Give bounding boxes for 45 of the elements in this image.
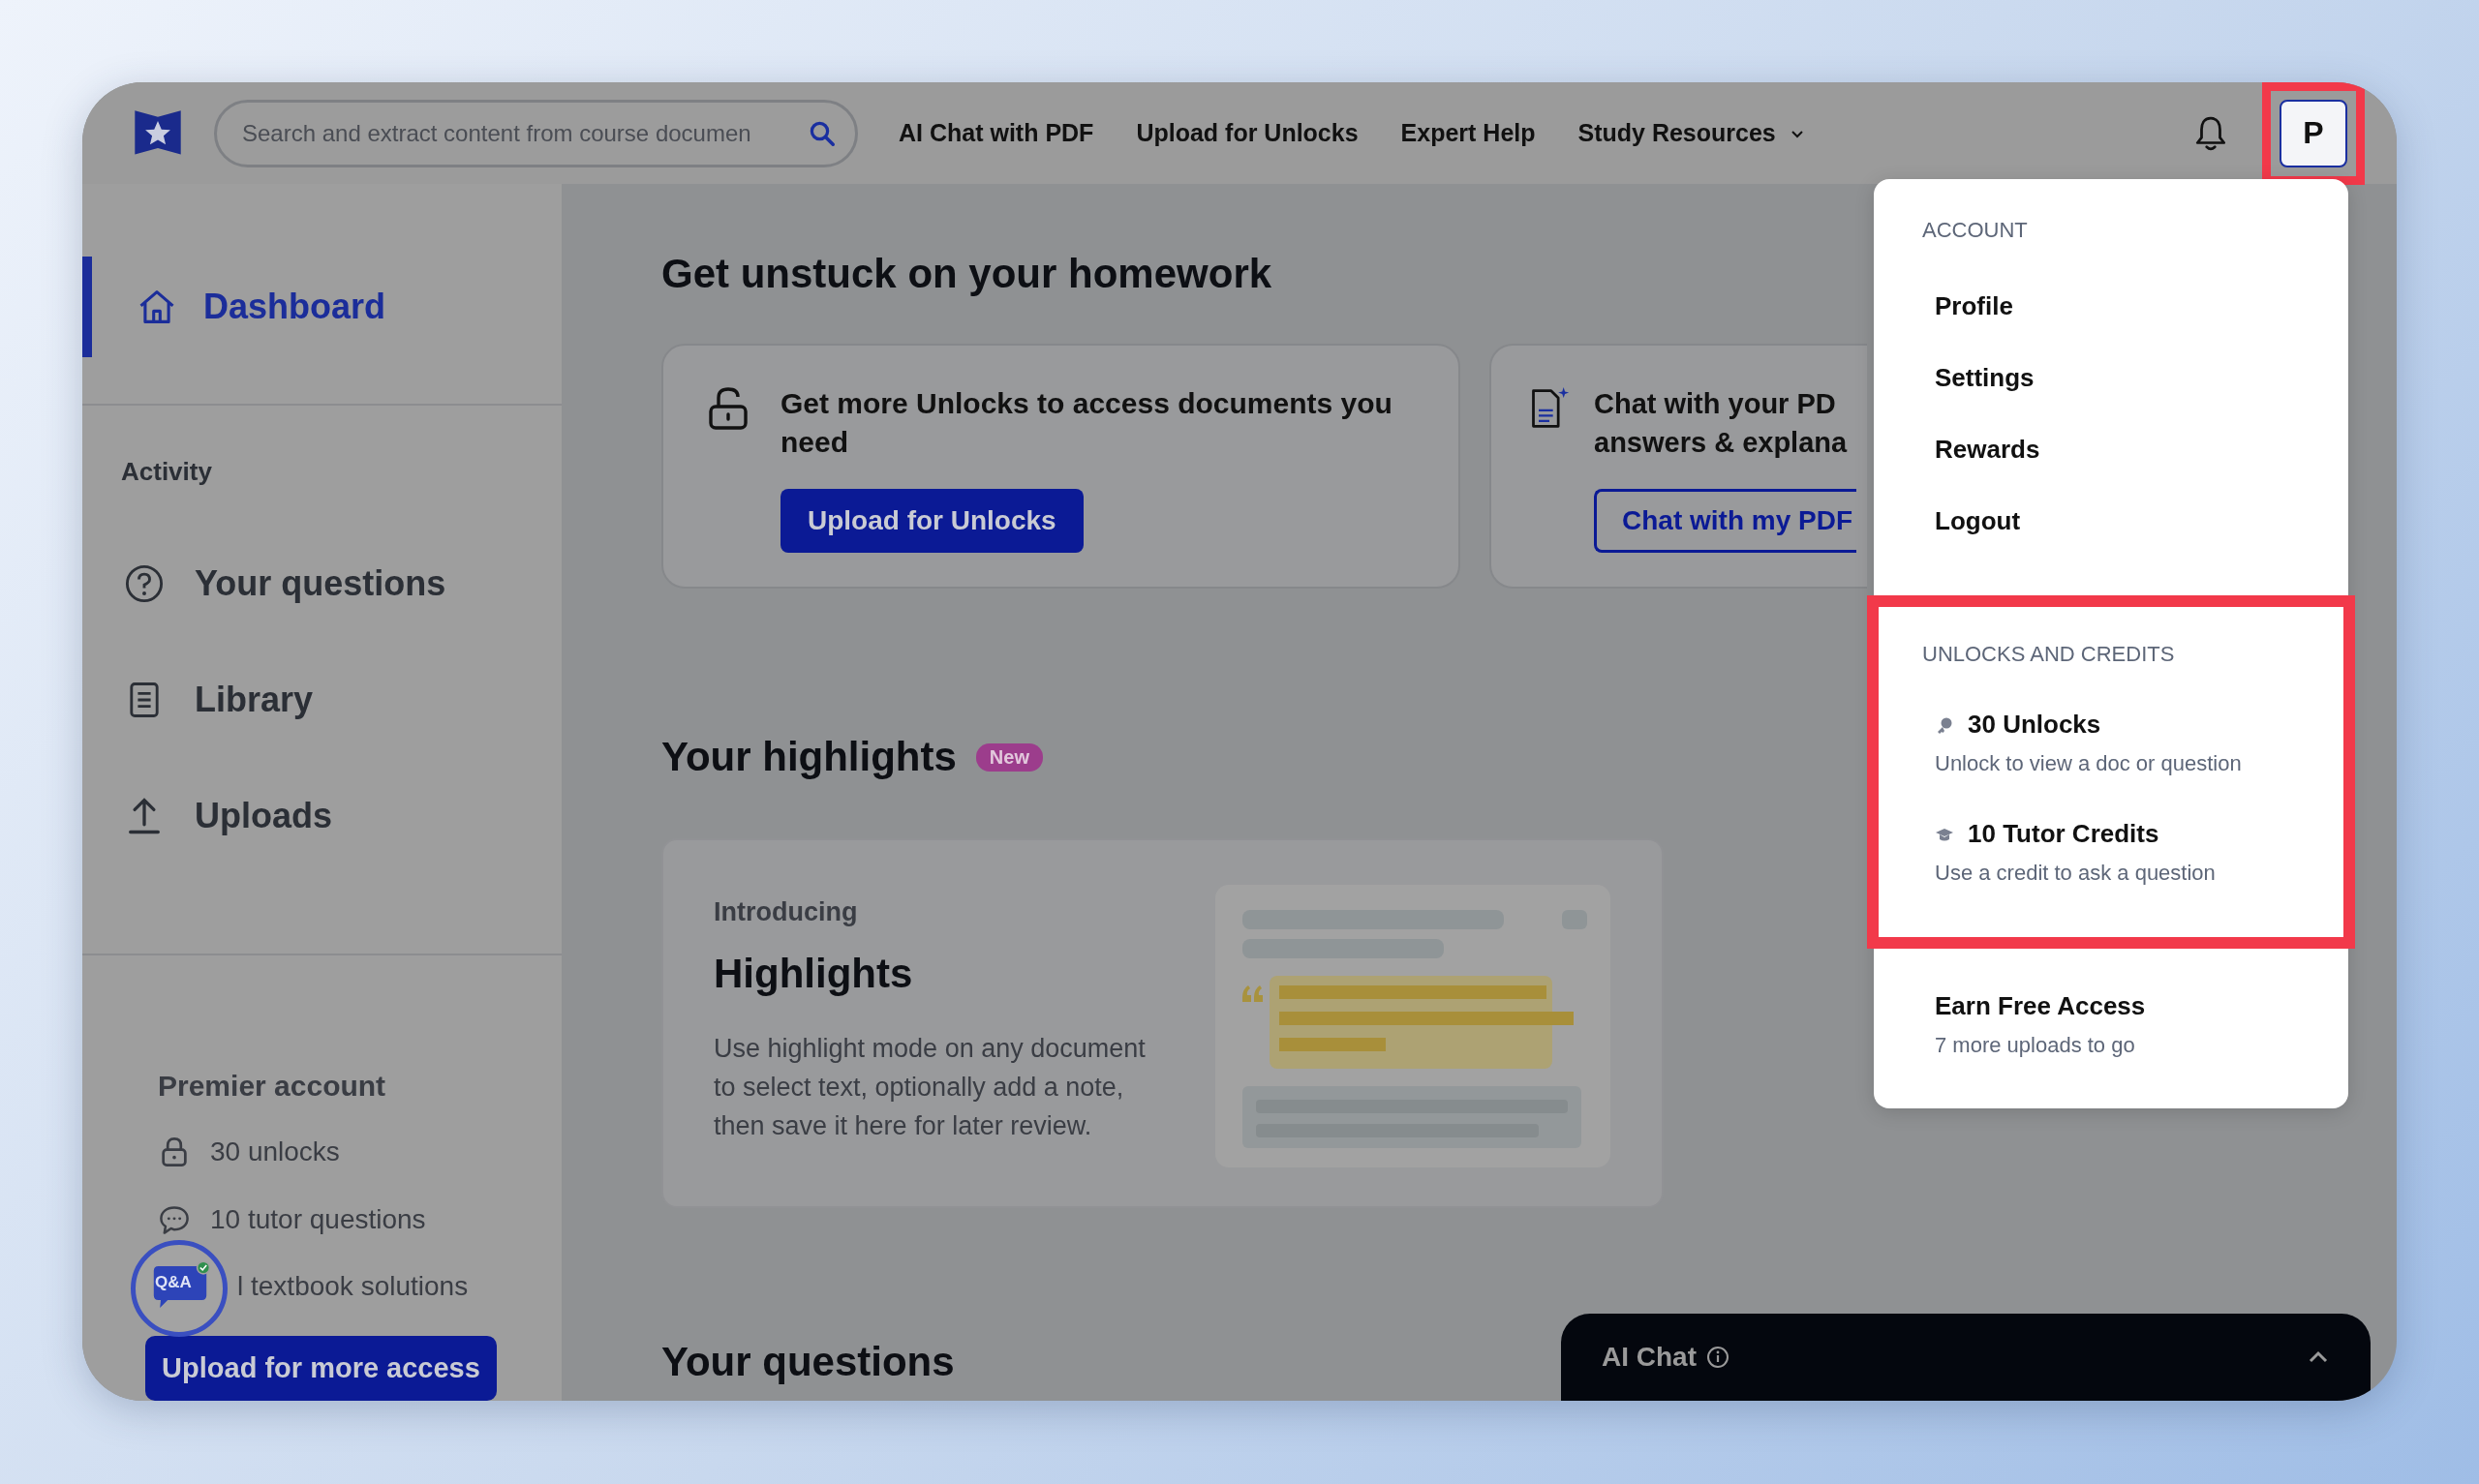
menu-item[interactable]: Logout (1935, 503, 2337, 538)
sidebar-item[interactable]: Dashboard (82, 257, 562, 358)
menu-item[interactable]: 30 Unlocks (1968, 710, 2101, 740)
menu-item-subtitle: Use a credit to ask a question (1935, 861, 2217, 886)
card-title: Get more Unlocks to access documents you need (780, 386, 1393, 460)
card-title: Highlights (714, 951, 914, 997)
menu-item[interactable]: Profile (1935, 288, 2337, 323)
nav-link[interactable]: Upload for Unlocks (1136, 119, 1359, 147)
menu-section-heading: UNLOCKS AND CREDITS (1922, 642, 2176, 667)
nav-link[interactable]: Study Resources (1577, 119, 1776, 147)
search-field[interactable]: Search and extract content from course documen (214, 99, 858, 167)
card-button[interactable]: Upload for Unlocks (780, 489, 1084, 553)
card-title: Chat with your PD answers & explana (1594, 387, 1849, 460)
unlock-icon (707, 384, 750, 433)
info-icon[interactable] (1706, 1346, 1729, 1369)
section-heading: Your questions (661, 1339, 955, 1385)
menu-item-subtitle: 7 more uploads to go (1935, 1033, 2136, 1058)
card-button[interactable]: Chat with my PDF (1594, 489, 1856, 553)
sidebar-item[interactable]: Uploads (82, 757, 562, 875)
nav-link[interactable]: AI Chat with PDF (899, 119, 1094, 147)
menu-item-subtitle: Unlock to view a doc or question (1935, 751, 2243, 776)
page-heading: Get unstuck on your homework (661, 251, 1272, 297)
menu-item[interactable]: Settings (1935, 360, 2337, 395)
section-heading: Activity (120, 457, 213, 488)
sidebar-item[interactable]: Your questions (82, 525, 562, 642)
menu-section-heading: ACCOUNT (1922, 218, 2029, 243)
menu-item[interactable]: 10 Tutor Credits (1968, 819, 2159, 849)
plan-title: Premier account (157, 1070, 387, 1104)
plan-feature: l textbook solutions (237, 1271, 469, 1303)
bell-icon[interactable] (2194, 114, 2227, 152)
chevron-up-icon[interactable] (2307, 1349, 2330, 1365)
sidebar-item[interactable]: Library (82, 641, 562, 758)
menu-item[interactable]: Rewards (1935, 432, 2337, 467)
upload-button[interactable]: Upload for more access (145, 1336, 497, 1401)
section-heading: Your highlights (661, 734, 957, 780)
card-description: Use highlight mode on any document to select text, optionally add a note, then save it here for later review. (714, 1033, 1147, 1142)
ai-chat-bar[interactable]: AI Chat (1561, 1314, 2371, 1401)
profile-button[interactable]: P (2280, 99, 2347, 167)
plan-feature: 30 unlocks (210, 1136, 340, 1168)
nav-link[interactable]: Expert Help (1400, 119, 1536, 147)
new-badge: New (975, 742, 1043, 772)
eyebrow-text: Introducing (714, 897, 859, 927)
plan-feature: 10 tutor questions (210, 1203, 426, 1235)
menu-item[interactable]: Earn Free Access (1935, 991, 2146, 1021)
ai-chat-title: AI Chat (1602, 1342, 1697, 1373)
